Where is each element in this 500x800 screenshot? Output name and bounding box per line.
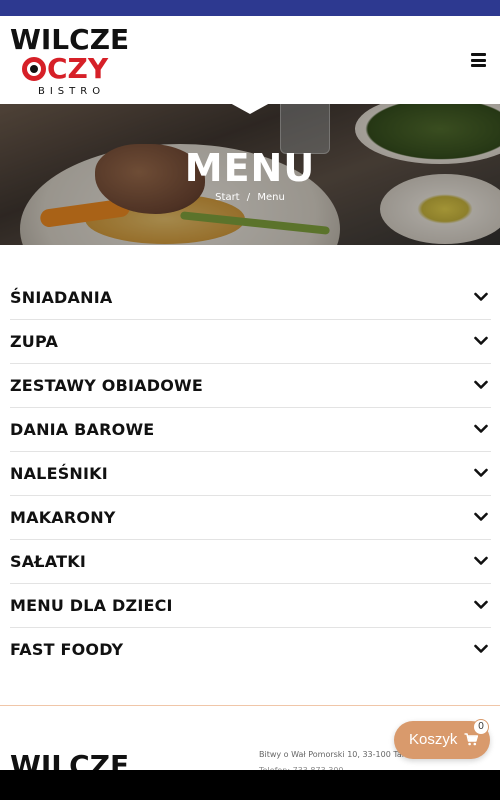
logo-middle: CZY	[22, 54, 108, 84]
menu-item-label: SAŁATKI	[10, 552, 86, 571]
hero-banner: MENU Start / Menu	[0, 104, 500, 245]
chevron-down-icon	[474, 380, 488, 389]
menu-item-fast-foody[interactable]: FAST FOODY	[10, 628, 491, 672]
chevron-down-icon	[474, 644, 488, 653]
breadcrumb-home[interactable]: Start	[215, 192, 239, 203]
header-notch	[230, 103, 270, 114]
menu-item-label: ZUPA	[10, 332, 59, 351]
menu-item-makarony[interactable]: MAKARONY	[10, 496, 491, 540]
menu-item-label: FAST FOODY	[10, 640, 124, 659]
chevron-down-icon	[474, 336, 488, 345]
menu-item-nalesniki[interactable]: NALEŚNIKI	[10, 452, 491, 496]
menu-item-label: DANIA BAROWE	[10, 420, 155, 439]
logo[interactable]: WILCZE CZY BISTRO	[10, 24, 129, 98]
menu-item-zupa[interactable]: ZUPA	[10, 320, 491, 364]
menu-item-dania-barowe[interactable]: DANIA BAROWE	[10, 408, 491, 452]
menu-item-zestawy-obiadowe[interactable]: ZESTAWY OBIADOWE	[10, 364, 491, 408]
breadcrumb-current: Menu	[257, 192, 285, 203]
footer-address: Bitwy o Wał Pomorski 10, 33-100 Tar	[259, 750, 406, 759]
menu-item-label: MAKARONY	[10, 508, 116, 527]
footer-divider	[0, 705, 500, 706]
menu-item-salatki[interactable]: SAŁATKI	[10, 540, 491, 584]
cart-count-badge: 0	[473, 719, 489, 735]
menu-item-label: MENU DLA DZIECI	[10, 596, 173, 615]
site-header: WILCZE CZY BISTRO	[0, 16, 500, 104]
chevron-down-icon	[474, 468, 488, 477]
cart-label: Koszyk	[409, 731, 458, 748]
hamburger-line	[471, 58, 486, 62]
menu-item-sniadania[interactable]: ŚNIADANIA	[10, 276, 491, 320]
chevron-down-icon	[474, 424, 488, 433]
menu-item-label: NALEŚNIKI	[10, 464, 108, 483]
breadcrumb-separator: /	[246, 192, 251, 203]
chevron-down-icon	[474, 292, 488, 301]
logo-middle-text: CZY	[47, 52, 109, 85]
top-bar	[0, 0, 500, 16]
chevron-down-icon	[474, 512, 488, 521]
breadcrumb: Start / Menu	[0, 192, 500, 203]
menu-item-label: ZESTAWY OBIADOWE	[10, 376, 203, 395]
hamburger-icon[interactable]	[471, 53, 486, 67]
eye-icon	[22, 57, 46, 81]
page-title: MENU	[184, 146, 316, 190]
logo-bottom-text: BISTRO	[38, 86, 106, 97]
menu-category-list: ŚNIADANIA ZUPA ZESTAWY OBIADOWE DANIA BA…	[10, 276, 491, 672]
hamburger-line	[471, 64, 486, 67]
bottom-bar	[0, 770, 500, 800]
cart-icon	[464, 733, 478, 746]
chevron-down-icon	[474, 600, 488, 609]
menu-item-label: ŚNIADANIA	[10, 288, 113, 307]
hamburger-line	[471, 53, 486, 56]
chevron-down-icon	[474, 556, 488, 565]
menu-item-menu-dla-dzieci[interactable]: MENU DLA DZIECI	[10, 584, 491, 628]
